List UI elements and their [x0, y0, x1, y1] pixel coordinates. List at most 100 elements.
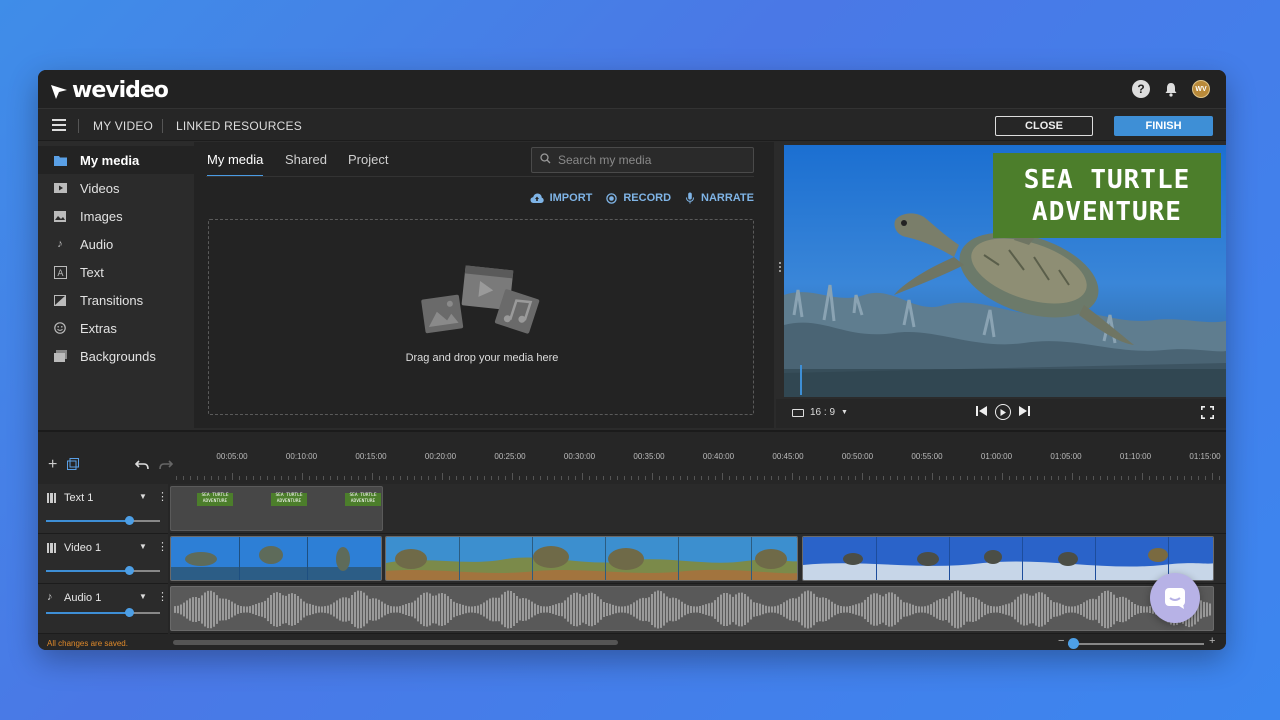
skip-back-icon[interactable] — [976, 405, 987, 419]
bell-icon[interactable] — [1162, 80, 1180, 98]
sidebar-item-extras[interactable]: Extras — [38, 314, 194, 342]
timeline-ruler[interactable]: 00:05:00 00:10:00 00:15:00 00:20:00 00:25:00… — [170, 448, 1226, 484]
text-track[interactable]: SEA TURTLE ADVENTURE SEA TURTLE ADVENTUR… — [170, 484, 1226, 534]
track-name[interactable]: Video 1 — [64, 542, 101, 554]
menu-bar: MY VIDEO LINKED RESOURCES CLOSE FINISH — [38, 108, 1226, 141]
slider-knob[interactable] — [125, 566, 135, 575]
add-track-icon[interactable]: + — [48, 456, 57, 474]
sidebar-item-my-media[interactable]: My media — [38, 146, 194, 174]
hamburger-menu-icon[interactable] — [52, 119, 66, 131]
ruler-tick — [1107, 476, 1108, 480]
narrate-button[interactable]: NARRATE — [685, 192, 754, 204]
ruler-tick — [176, 476, 177, 480]
aspect-ratio-select[interactable]: 16 : 9 ▼ — [792, 407, 848, 418]
narrate-label: NARRATE — [701, 192, 754, 204]
ruler-tick — [799, 476, 800, 480]
ruler-tick — [904, 476, 905, 480]
audio-track[interactable] — [170, 584, 1226, 634]
skip-forward-icon[interactable] — [1019, 405, 1030, 419]
sidebar-item-backgrounds[interactable]: Backgrounds — [38, 342, 194, 370]
more-options-icon[interactable]: ⋮ — [157, 490, 168, 503]
media-dropzone[interactable]: Drag and drop your media here — [208, 219, 754, 415]
track-header-text-1: Text 1 ▼ ⋮ — [38, 484, 168, 534]
ruler-tick — [967, 476, 968, 480]
microphone-icon — [686, 192, 695, 204]
zoom-slider[interactable] — [1068, 643, 1204, 645]
panel-resize-handle[interactable] — [776, 142, 784, 428]
menu-my-video[interactable]: MY VIDEO — [93, 119, 153, 133]
slider-knob[interactable] — [125, 608, 135, 617]
tab-my-media[interactable]: My media — [207, 152, 264, 177]
volume-slider[interactable] — [46, 608, 160, 617]
tab-shared[interactable]: Shared — [285, 152, 327, 175]
ruler-tick — [274, 476, 275, 480]
ruler-tick — [918, 476, 919, 480]
chevron-down-icon[interactable]: ▼ — [139, 542, 147, 551]
sidebar-item-audio[interactable]: ♪ Audio — [38, 230, 194, 258]
volume-slider[interactable] — [46, 566, 160, 575]
more-options-icon[interactable]: ⋮ — [157, 590, 168, 603]
video-clip[interactable] — [802, 536, 1214, 581]
ruler-tick — [281, 476, 282, 480]
slider-knob[interactable] — [125, 516, 135, 525]
video-track[interactable] — [170, 534, 1226, 584]
menu-linked-resources[interactable]: LINKED RESOURCES — [176, 119, 302, 133]
ruler-tick — [393, 476, 394, 480]
sidebar-item-label: My media — [80, 152, 140, 168]
import-button[interactable]: IMPORT — [530, 192, 592, 204]
ruler-tick — [953, 476, 954, 480]
record-button[interactable]: RECORD — [606, 192, 671, 204]
zoom-out-icon[interactable]: − — [1058, 635, 1064, 647]
ruler-tick — [638, 476, 639, 480]
video-preview[interactable]: SEA TURTLE ADVENTURE — [784, 145, 1226, 397]
ruler-tick — [1086, 476, 1087, 480]
zoom-knob[interactable] — [1068, 638, 1079, 649]
tab-project[interactable]: Project — [348, 152, 388, 175]
help-icon[interactable]: ? — [1132, 80, 1150, 98]
volume-slider[interactable] — [46, 516, 160, 525]
title-line-1: SEA TURTLE — [1023, 164, 1191, 195]
fullscreen-icon[interactable] — [1201, 406, 1214, 419]
ruler-tick — [1009, 476, 1010, 480]
more-options-icon[interactable]: ⋮ — [157, 540, 168, 553]
title-overlay[interactable]: SEA TURTLE ADVENTURE — [993, 153, 1221, 238]
ruler-tick — [414, 476, 415, 480]
search-input[interactable] — [558, 153, 753, 167]
ruler-tick — [631, 476, 632, 480]
timeline-scrollbar[interactable] — [173, 640, 618, 645]
close-button[interactable]: CLOSE — [995, 116, 1093, 136]
zoom-in-icon[interactable]: + — [1209, 635, 1215, 647]
text-clip[interactable]: SEA TURTLE ADVENTURE SEA TURTLE ADVENTUR… — [170, 486, 383, 531]
preview-playhead[interactable] — [800, 365, 802, 395]
ruler-tick — [827, 476, 828, 480]
track-name[interactable]: Text 1 — [64, 492, 93, 504]
chevron-down-icon[interactable]: ▼ — [139, 592, 147, 601]
ruler-label: 00:40:00 — [702, 452, 735, 461]
logo-mark-icon — [51, 84, 67, 99]
video-clip[interactable] — [385, 536, 798, 581]
ruler-tick — [687, 476, 688, 480]
sidebar-item-transitions[interactable]: Transitions — [38, 286, 194, 314]
ruler-tick — [470, 476, 471, 480]
ruler-tick — [407, 476, 408, 480]
ruler-tick — [1114, 476, 1115, 480]
ruler-tick — [246, 476, 247, 480]
play-icon[interactable] — [995, 404, 1011, 420]
sidebar-item-videos[interactable]: Videos — [38, 174, 194, 202]
video-clip[interactable] — [170, 536, 382, 581]
search-box[interactable] — [531, 147, 754, 173]
track-name[interactable]: Audio 1 — [64, 592, 101, 604]
ruler-tick — [358, 476, 359, 480]
copy-icon[interactable] — [67, 457, 80, 474]
tab-divider — [206, 176, 754, 177]
undo-icon[interactable] — [135, 457, 150, 474]
wevideo-logo[interactable]: wevideo — [50, 78, 169, 103]
audio-clip[interactable] — [170, 586, 1214, 631]
finish-button[interactable]: FINISH — [1114, 116, 1213, 136]
chevron-down-icon[interactable]: ▼ — [139, 492, 147, 501]
user-avatar[interactable]: WV — [1192, 80, 1210, 98]
sidebar-item-text[interactable]: A Text — [38, 258, 194, 286]
sidebar-item-images[interactable]: Images — [38, 202, 194, 230]
chat-support-button[interactable] — [1150, 573, 1200, 623]
ruler-tick — [960, 476, 961, 480]
